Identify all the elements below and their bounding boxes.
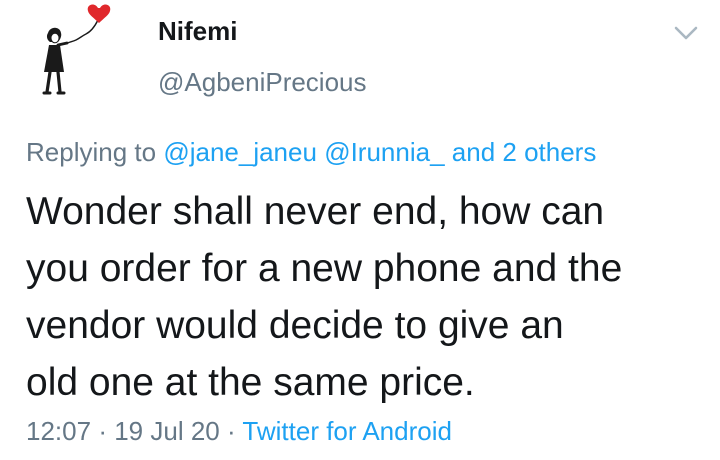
chevron-down-icon (674, 26, 698, 40)
tweet-source[interactable]: Twitter for Android (242, 416, 452, 446)
display-name[interactable]: Nifemi (158, 16, 237, 47)
avatar[interactable] (14, 2, 122, 110)
tweet-meta: 12:07 · 19 Jul 20 · Twitter for Android (26, 416, 452, 447)
tweet-text-line: you order for a new phone and the (26, 247, 623, 290)
tweet-text-line: Wonder shall never end, how can (26, 190, 605, 233)
girl-with-red-balloon-icon (42, 4, 111, 95)
tweet-text: Wonder shall never end, how can you orde… (26, 183, 706, 411)
user-handle[interactable]: @AgbeniPrecious (158, 67, 367, 98)
meta-separator: · (226, 416, 236, 446)
tweet-time[interactable]: 12:07 (26, 416, 91, 446)
mention-link[interactable]: @jane_janeu (163, 137, 317, 167)
replying-to-label: Replying to (26, 137, 157, 167)
tweet-text-line: old one at the same price. (26, 361, 475, 404)
tweet-text-line: vendor would decide to give an (26, 304, 564, 347)
mention-link[interactable]: @Irunnia_ (324, 137, 444, 167)
tweet-card: Nifemi @AgbeniPrecious Replying to @jane… (0, 0, 720, 460)
others-link[interactable]: and 2 others (452, 137, 597, 167)
meta-separator: · (98, 416, 107, 446)
tweet-date[interactable]: 19 Jul 20 (114, 416, 220, 446)
replying-to-line: Replying to @jane_janeu @Irunnia_ and 2 … (26, 137, 596, 168)
tweet-menu-button[interactable] (672, 22, 700, 44)
